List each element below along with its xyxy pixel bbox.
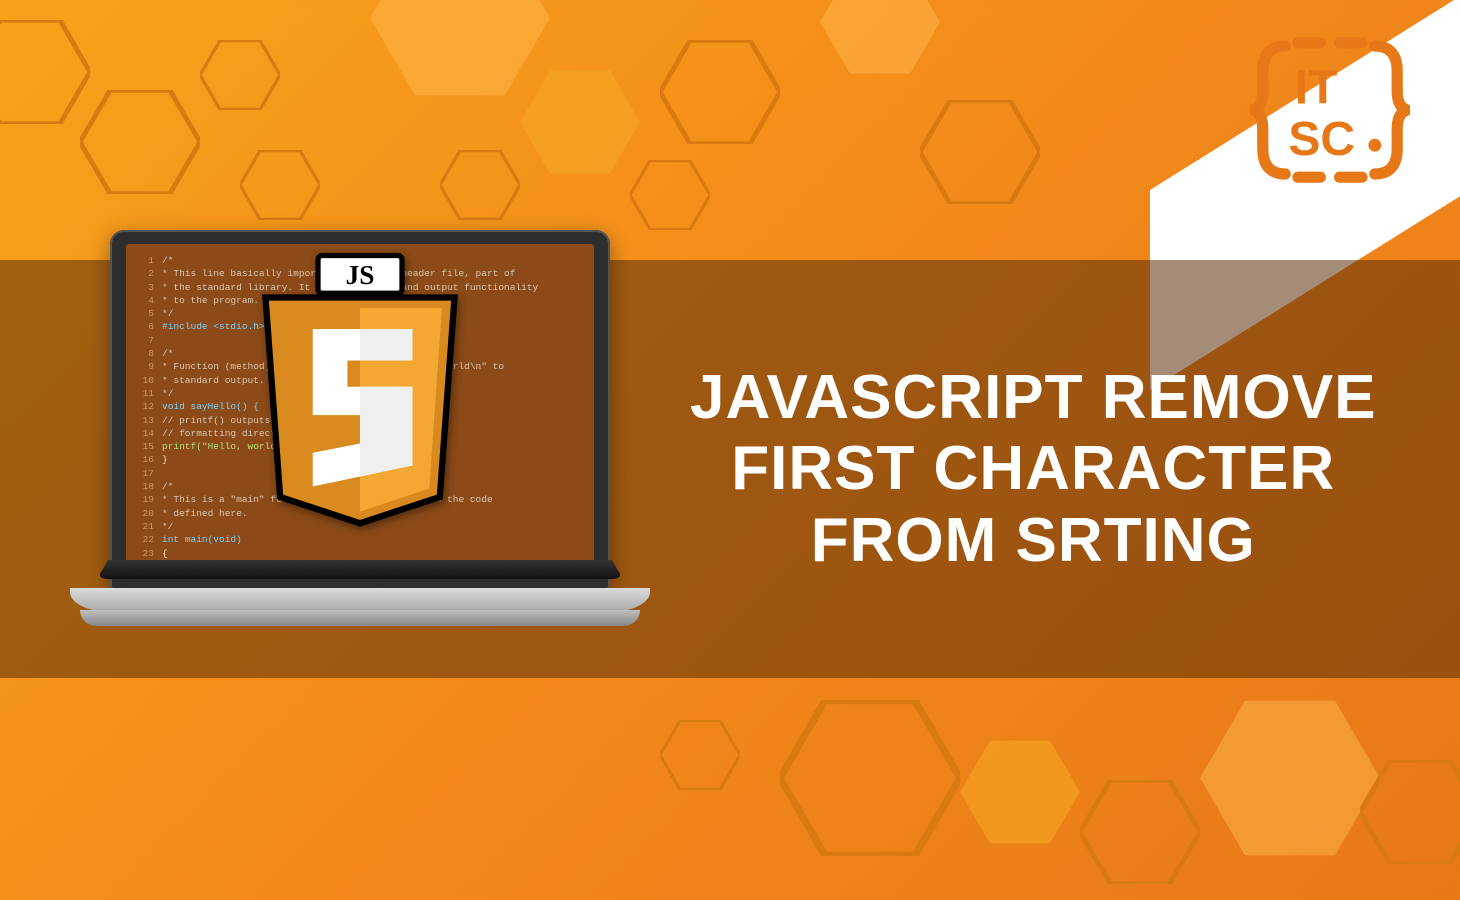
laptop-base-edge [80,610,640,626]
laptop-keyboard [97,560,623,579]
svg-text:SC: SC [1288,113,1355,166]
laptop-screen: 1/*2 * This line basically imports the "… [126,244,594,570]
laptop-base [70,588,650,612]
laptop-lid: 1/*2 * This line basically imports the "… [110,230,610,590]
itsc-logo-icon: IT SC [1250,30,1410,190]
code-line: 23{ [138,547,582,560]
main-title: JAVASCRIPT REMOVE FIRST CHARACTER FROM S… [690,362,1376,576]
code-line: 22int main(void) [138,533,582,546]
title-line-2: FIRST CHARACTER [690,433,1376,504]
js-top-label: JS [346,260,375,290]
svg-text:IT: IT [1295,62,1338,115]
title-line-3: FROM SRTING [690,505,1376,576]
js-shield-icon: JS [255,252,465,532]
title-line-1: JAVASCRIPT REMOVE [690,362,1376,433]
laptop-illustration: 1/*2 * This line basically imports the "… [70,230,650,710]
